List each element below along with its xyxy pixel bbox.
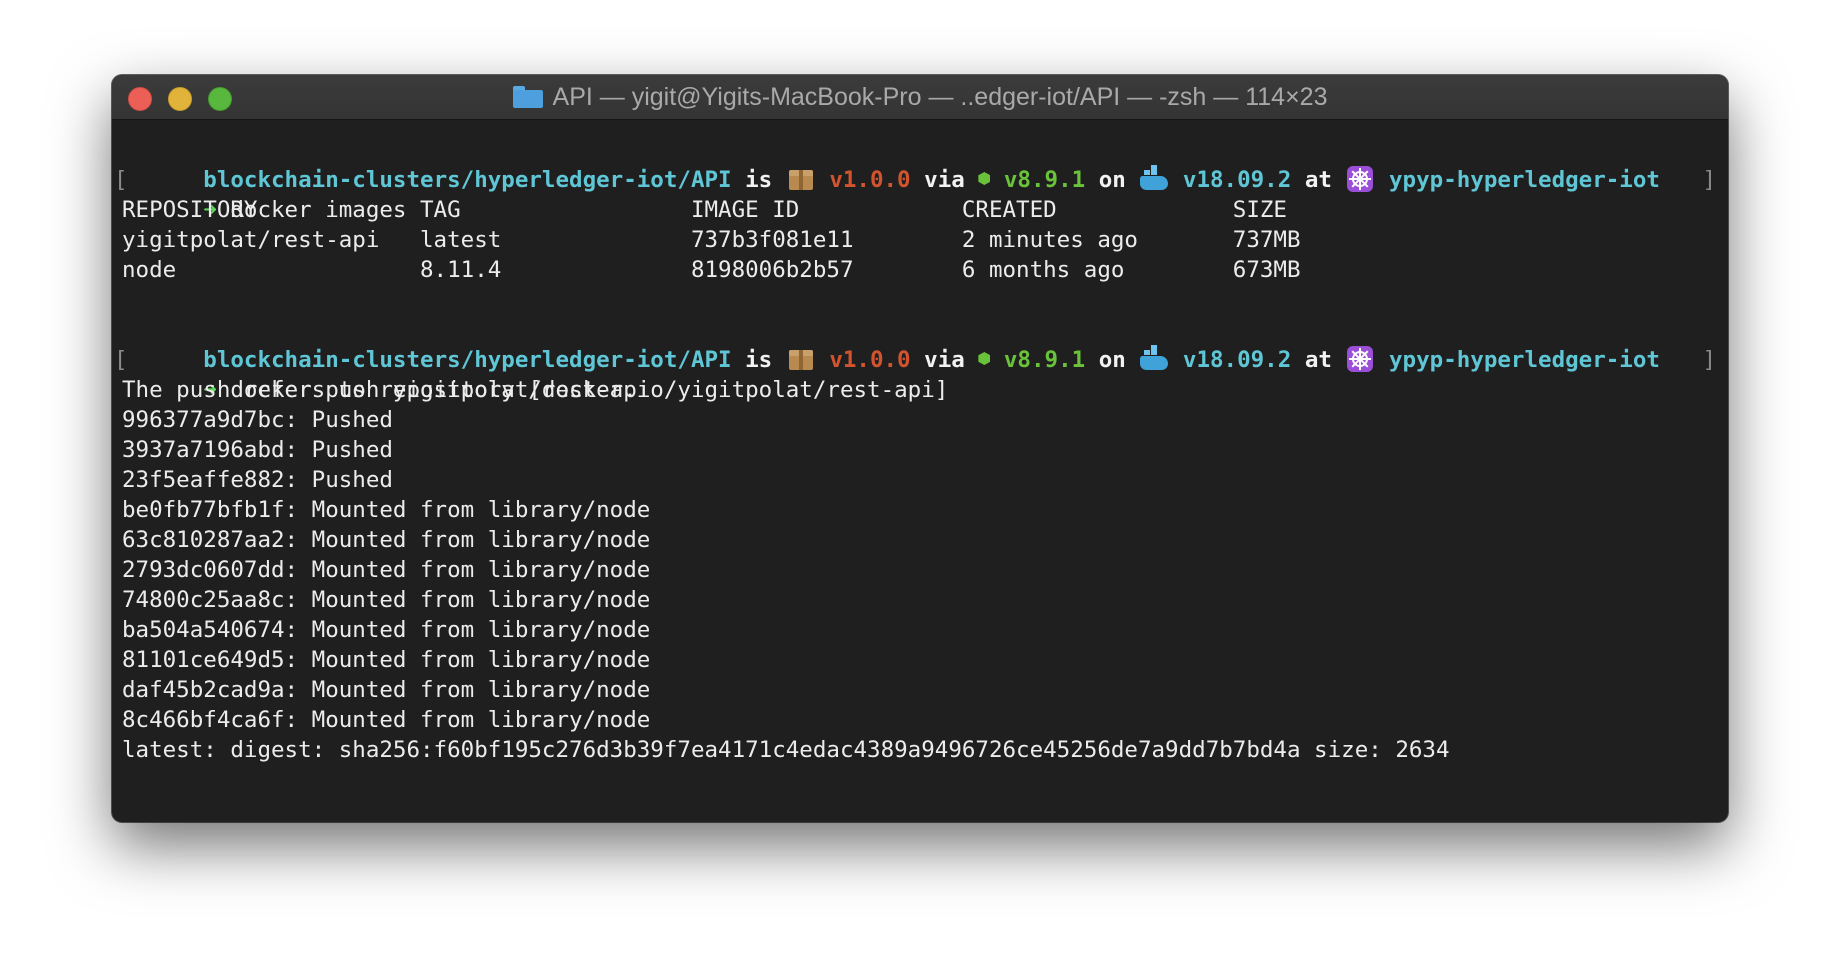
output-line: ba504a540674: Mounted from library/node	[122, 617, 651, 643]
output-line: 2793dc0607dd: Mounted from library/node	[122, 557, 651, 583]
terminal-output[interactable]: blockchain-clusters/hyperledger-iot/API …	[114, 135, 1718, 822]
output-line: 74800c25aa8c: Mounted from library/node	[122, 587, 651, 613]
mark-bracket-right: ]	[1702, 167, 1716, 193]
output-line: 3937a7196abd: Pushed	[122, 437, 393, 463]
window-title-container: API — yigit@Yigits-MacBook-Pro — ..edger…	[112, 75, 1728, 119]
folder-icon	[512, 86, 543, 108]
output-line: 8c466bf4ca6f: Mounted from library/node	[122, 707, 651, 733]
output-line: The push refers to repository [docker.io…	[122, 377, 949, 403]
prompt-line: blockchain-clusters/hyperledger-iot/API …	[122, 315, 1718, 373]
table-row: node 8.11.4 8198006b2b57 6 months ago 67…	[122, 257, 1301, 283]
output-line: 63c810287aa2: Mounted from library/node	[122, 527, 651, 553]
mark-bracket-left: [	[114, 167, 128, 193]
title-bar[interactable]: API — yigit@Yigits-MacBook-Pro — ..edger…	[112, 75, 1728, 120]
output-line: be0fb77bfb1f: Mounted from library/node	[122, 497, 651, 523]
output-line: 996377a9d7bc: Pushed	[122, 407, 393, 433]
command-line: [➜ docker push yigitpolat/rest-api ]	[114, 345, 1718, 403]
mark-bracket-left: [	[114, 347, 128, 373]
output-line: 81101ce649d5: Mounted from library/node	[122, 647, 651, 673]
output-line: 23f5eaffe882: Pushed	[122, 467, 393, 493]
prompt-line: blockchain-clusters/hyperledger-iot/API …	[122, 135, 1718, 193]
table-header: REPOSITORY TAG IMAGE ID CREATED SIZE	[122, 197, 1287, 223]
command-line: [➜ docker images ]	[114, 165, 1718, 223]
output-line: daf45b2cad9a: Mounted from library/node	[122, 677, 651, 703]
mark-bracket-right: ]	[1702, 347, 1716, 373]
window-title: API — yigit@Yigits-MacBook-Pro — ..edger…	[552, 82, 1328, 111]
output-line: latest: digest: sha256:f60bf195c276d3b39…	[122, 737, 1450, 763]
table-row: yigitpolat/rest-api latest 737b3f081e11 …	[122, 227, 1301, 253]
terminal-window: API — yigit@Yigits-MacBook-Pro — ..edger…	[112, 75, 1728, 822]
